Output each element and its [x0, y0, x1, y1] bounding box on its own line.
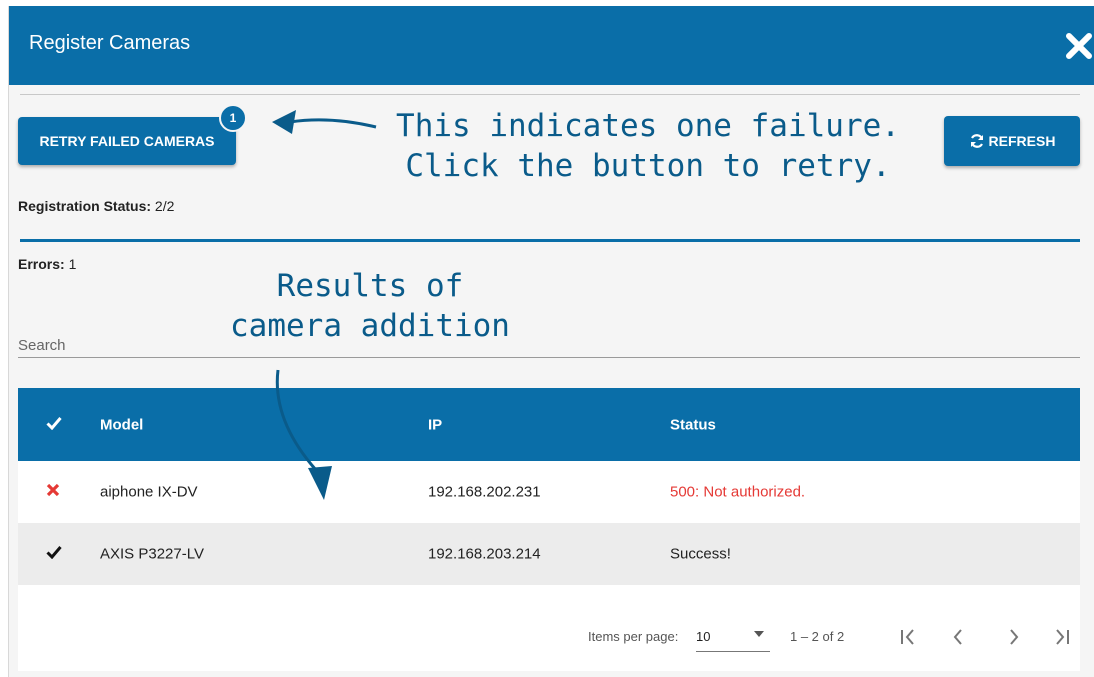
table-paginator: Items per page: 10 1 – 2 of 2: [18, 585, 1080, 671]
last-page-icon: [1056, 629, 1069, 645]
row-ip: 192.168.202.231: [428, 483, 541, 501]
retry-annotation-line-2: Click the button to retry.: [405, 148, 891, 184]
success-status-icon: [46, 545, 62, 563]
check-icon: [46, 416, 62, 430]
errors-count: Errors: 1: [18, 256, 76, 272]
results-annotation-line-1: Results of: [276, 268, 464, 304]
table-row[interactable]: aiphone IX-DV 192.168.202.231 500: Not a…: [18, 461, 1080, 523]
close-icon: [1066, 33, 1092, 59]
failed-status-icon: [46, 483, 60, 501]
search-input[interactable]: [18, 320, 1080, 358]
dialog-title: Register Cameras: [29, 32, 191, 54]
next-page-button[interactable]: [998, 621, 1030, 653]
column-header-status[interactable]: Status: [670, 416, 716, 433]
items-per-page-select[interactable]: 10: [696, 623, 770, 652]
row-model: AXIS P3227-LV: [100, 545, 204, 563]
status-divider: [20, 239, 1080, 242]
errors-value: 1: [68, 256, 77, 272]
x-icon: [46, 483, 60, 497]
row-status: Success!: [670, 545, 731, 563]
items-per-page-value: 10: [696, 629, 711, 644]
table-header: Model IP Status: [18, 388, 1080, 461]
retry-annotation: This indicates one failure. Click the bu…: [378, 106, 918, 186]
items-per-page-label: Items per page:: [588, 629, 679, 644]
refresh-button[interactable]: REFRESH: [944, 116, 1080, 166]
close-button[interactable]: [1063, 30, 1094, 62]
retry-button-label: RETRY FAILED CAMERAS: [39, 133, 215, 149]
refresh-icon: [970, 134, 983, 148]
retry-failed-cameras-button[interactable]: RETRY FAILED CAMERAS: [18, 117, 236, 165]
registration-status: Registration Status: 2/2: [18, 198, 174, 214]
row-status: 500: Not authorized.: [670, 483, 806, 501]
first-page-button[interactable]: [892, 621, 924, 653]
search-field: [18, 320, 1080, 360]
registration-status-label: Registration Status:: [18, 198, 152, 214]
last-page-button[interactable]: [1046, 621, 1078, 653]
first-page-icon: [901, 629, 914, 645]
caret-down-icon: [754, 631, 764, 637]
page-range-label: 1 – 2 of 2: [790, 629, 845, 644]
failure-count-badge: 1: [219, 104, 247, 132]
column-header-model[interactable]: Model: [100, 416, 143, 433]
column-header-ip[interactable]: IP: [428, 416, 442, 433]
retry-annotation-line-1: This indicates one failure.: [396, 108, 900, 144]
previous-page-button[interactable]: [942, 621, 974, 653]
row-model: aiphone IX-DV: [100, 483, 198, 501]
chevron-right-icon: [1010, 629, 1019, 645]
select-all-checkbox[interactable]: [46, 416, 62, 434]
chevron-left-icon: [953, 629, 962, 645]
errors-label: Errors:: [18, 256, 65, 272]
row-ip: 192.168.203.214: [428, 545, 541, 563]
table-row[interactable]: AXIS P3227-LV 192.168.203.214 Success!: [18, 523, 1080, 585]
registration-status-value: 2/2: [154, 198, 175, 214]
refresh-button-label: REFRESH: [988, 133, 1056, 149]
header-divider: [20, 94, 1080, 95]
dialog-header: Register Cameras: [9, 6, 1094, 85]
results-table: Model IP Status aiphone IX-DV 192.168.20…: [18, 388, 1080, 585]
check-icon: [46, 546, 62, 560]
